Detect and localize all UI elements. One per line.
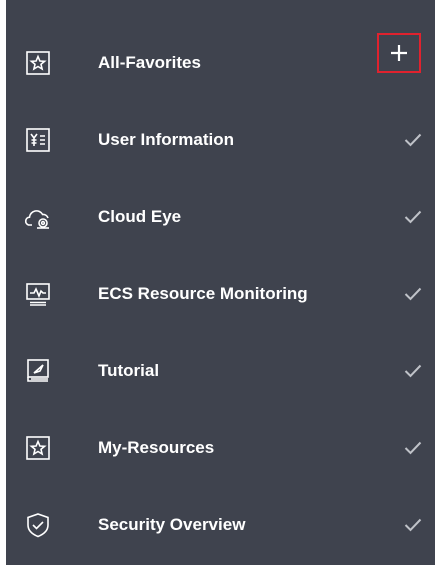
id-card-icon bbox=[24, 126, 52, 154]
menu-item-label: My-Resources bbox=[98, 438, 215, 457]
shield-icon bbox=[24, 511, 52, 539]
checkmark-icon[interactable] bbox=[404, 287, 422, 301]
checkmark-icon[interactable] bbox=[404, 364, 422, 378]
star-icon bbox=[24, 434, 52, 462]
checkmark-icon[interactable] bbox=[404, 133, 422, 147]
monitor-icon bbox=[24, 280, 52, 308]
star-icon bbox=[24, 49, 52, 77]
menu-item-cloud-eye[interactable]: Cloud Eye bbox=[6, 178, 435, 255]
menu-item-ecs-resource-monitoring[interactable]: ECS Resource Monitoring bbox=[6, 255, 435, 332]
favorites-menu: All-Favorites User Information Cloud Eye… bbox=[6, 0, 435, 565]
menu-item-label: Cloud Eye bbox=[98, 207, 182, 226]
cloud-eye-icon bbox=[24, 203, 52, 231]
book-icon bbox=[24, 357, 52, 385]
add-favorite-button[interactable] bbox=[377, 33, 421, 73]
menu-item-label: User Information bbox=[98, 130, 235, 149]
menu-item-tutorial[interactable]: Tutorial bbox=[6, 332, 435, 409]
plus-icon bbox=[391, 45, 407, 61]
menu-item-security-overview[interactable]: Security Overview bbox=[6, 486, 435, 563]
menu-item-label: All-Favorites bbox=[98, 53, 201, 72]
menu-item-label: ECS Resource Monitoring bbox=[98, 284, 308, 303]
checkmark-icon[interactable] bbox=[404, 210, 422, 224]
checkmark-icon[interactable] bbox=[404, 441, 422, 455]
menu-item-my-resources[interactable]: My-Resources bbox=[6, 409, 435, 486]
menu-item-label: Security Overview bbox=[98, 515, 246, 534]
checkmark-icon[interactable] bbox=[404, 518, 422, 532]
menu-item-user-information[interactable]: User Information bbox=[6, 101, 435, 178]
menu-item-all-favorites[interactable]: All-Favorites bbox=[6, 24, 435, 101]
menu-item-label: Tutorial bbox=[98, 361, 160, 380]
